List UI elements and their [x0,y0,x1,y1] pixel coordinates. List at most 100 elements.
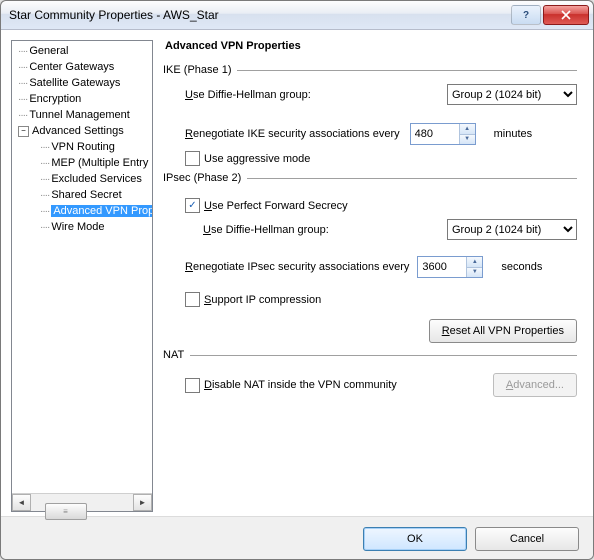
ike-reneg-input[interactable] [411,124,459,144]
tree-hscrollbar[interactable]: ◄ ≡ ► [12,493,152,511]
nav-tree-panel: ····General····Center Gateways····Satell… [11,40,153,512]
group-ipsec: IPsec (Phase 2) [163,172,577,184]
tree-item-label: Wire Mode [51,221,104,233]
tree-item-label: General [29,45,68,57]
group-divider [190,355,577,356]
spin-up-icon[interactable]: ▲ [460,124,475,135]
tree-branch-icon: ···· [18,78,27,89]
group-ike-label: IKE (Phase 1) [163,64,237,76]
nav-tree[interactable]: ····General····Center Gateways····Satell… [12,41,152,493]
ipsec-dh-label: Use Diffie-Hellman group: [203,224,329,236]
tree-item-label: Satellite Gateways [29,77,120,89]
page-title: Advanced VPN Properties [165,40,577,52]
ike-dh-label: Use Diffie-Hellman group: [185,89,311,101]
ipsec-reneg-label: Renegotiate IPsec security associations … [185,261,409,273]
main-panel: Advanced VPN Properties IKE (Phase 1) Us… [159,30,593,516]
tree-branch-icon: ···· [18,94,27,105]
group-divider [237,70,577,71]
checkbox-box [185,292,200,307]
ike-dh-select[interactable]: Group 2 (1024 bit) [447,84,577,105]
tree-branch-icon: ···· [40,190,49,201]
tree-item-label: Advanced VPN Properties [51,205,152,217]
tree-item-satellite-gateways[interactable]: ····Satellite Gateways [14,75,152,91]
tree-item-label: Center Gateways [29,61,114,73]
cancel-button[interactable]: Cancel [475,527,579,551]
ipsec-compress-label: Support IP compression [204,294,321,306]
tree-branch-icon: ···· [40,174,49,185]
tree-branch-icon: ···· [40,158,49,169]
nat-advanced-button: Advanced... [493,373,577,397]
row-ipsec-dh: Use Diffie-Hellman group: Group 2 (1024 … [203,219,577,240]
ike-aggressive-label: Use aggressive mode [204,153,310,165]
ipsec-pfs-label: Use Perfect Forward Secrecy [204,200,348,212]
ipsec-reneg-input[interactable] [418,257,466,277]
tree-item-label: Tunnel Management [29,109,130,121]
row-ike-dh: Use Diffie-Hellman group: Group 2 (1024 … [185,84,577,105]
checkbox-box: ✓ [185,198,200,213]
scroll-thumb[interactable]: ≡ [45,503,87,520]
group-divider [247,178,577,179]
spin-down-icon[interactable]: ▼ [460,135,475,145]
tree-item-tunnel-management[interactable]: ····Tunnel Management [14,107,152,123]
tree-item-excluded-services[interactable]: ····Excluded Services [14,171,152,187]
ipsec-dh-select[interactable]: Group 2 (1024 bit) [447,219,577,240]
row-ipsec-reneg: Renegotiate IPsec security associations … [185,256,577,278]
tree-item-shared-secret[interactable]: ····Shared Secret [14,187,152,203]
row-nat-disable: Disable NAT inside the VPN community Adv… [185,373,577,397]
row-ike-reneg: Renegotiate IKE security associations ev… [185,123,577,145]
dialog-footer: OK Cancel [1,516,593,560]
checkbox-box [185,151,200,166]
spin-down-icon[interactable]: ▼ [467,268,482,278]
tree-item-advanced-vpn-properties[interactable]: ····Advanced VPN Properties [14,203,152,219]
help-button[interactable]: ? [511,5,541,25]
ike-reneg-label: Renegotiate IKE security associations ev… [185,128,400,140]
ipsec-reneg-unit: seconds [501,261,542,273]
tree-item-label: Excluded Services [51,173,142,185]
group-ike: IKE (Phase 1) [163,64,577,76]
titlebar: Star Community Properties - AWS_Star ? [1,1,593,30]
row-ipsec-pfs: ✓ Use Perfect Forward Secrecy [185,198,577,213]
ipsec-reneg-spinner[interactable]: ▲▼ [417,256,483,278]
tree-branch-icon: ···· [18,110,27,121]
group-nat: NAT [163,349,577,361]
spinner-arrows[interactable]: ▲▼ [466,257,482,277]
tree-item-advanced-settings[interactable]: −Advanced Settings [14,123,152,139]
row-ike-aggressive: Use aggressive mode [185,151,577,166]
tree-item-label: Shared Secret [51,189,121,201]
ok-button[interactable]: OK [363,527,467,551]
close-icon [561,10,571,20]
ipsec-pfs-checkbox[interactable]: ✓ Use Perfect Forward Secrecy [185,198,348,213]
tree-item-label: Advanced Settings [32,125,124,137]
tree-item-label: Encryption [29,93,81,105]
tree-branch-icon: ···· [40,206,49,217]
tree-branch-icon: ···· [18,62,27,73]
tree-item-general[interactable]: ····General [14,43,152,59]
tree-branch-icon: ···· [18,46,27,57]
dialog-window: Star Community Properties - AWS_Star ? ·… [0,0,594,560]
scroll-left-icon[interactable]: ◄ [12,494,31,511]
tree-branch-icon: ···· [40,222,49,233]
tree-item-encryption[interactable]: ····Encryption [14,91,152,107]
ipsec-compress-checkbox[interactable]: Support IP compression [185,292,321,307]
group-ipsec-label: IPsec (Phase 2) [163,172,247,184]
tree-item-wire-mode[interactable]: ····Wire Mode [14,219,152,235]
reset-vpn-button[interactable]: Reset All VPN Properties [429,319,577,343]
tree-item-label: MEP (Multiple Entry Point) [51,157,152,169]
ike-reneg-spinner[interactable]: ▲▼ [410,123,476,145]
close-button[interactable] [543,5,589,25]
tree-item-center-gateways[interactable]: ····Center Gateways [14,59,152,75]
spinner-arrows[interactable]: ▲▼ [459,124,475,144]
spin-up-icon[interactable]: ▲ [467,257,482,268]
checkbox-box [185,378,200,393]
tree-item-label: VPN Routing [51,141,115,153]
tree-branch-icon: ···· [40,142,49,153]
nat-disable-checkbox[interactable]: Disable NAT inside the VPN community [185,378,397,393]
ike-aggressive-checkbox[interactable]: Use aggressive mode [185,151,310,166]
window-title: Star Community Properties - AWS_Star [9,8,509,22]
tree-item-vpn-routing[interactable]: ····VPN Routing [14,139,152,155]
tree-item-mep-multiple-entry-point[interactable]: ····MEP (Multiple Entry Point) [14,155,152,171]
tree-expander-icon[interactable]: − [18,126,29,137]
nat-disable-label: Disable NAT inside the VPN community [204,379,397,391]
group-nat-label: NAT [163,349,190,361]
scroll-right-icon[interactable]: ► [133,494,152,511]
